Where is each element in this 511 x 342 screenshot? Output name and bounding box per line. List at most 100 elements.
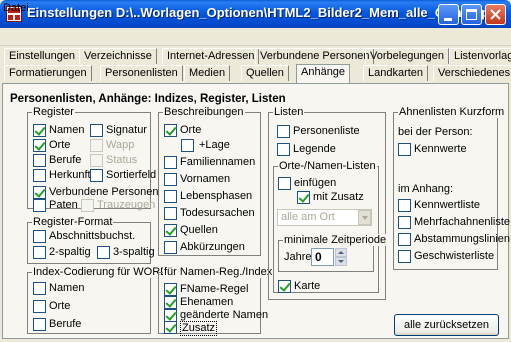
register-format-group-label: Register-Format [32,216,114,228]
beschr-quellen-label: Quellen [180,224,218,236]
beschr-lebensphasen-checkbox[interactable] [164,190,177,203]
register-orte-checkbox[interactable] [33,139,46,152]
index-namen-checkbox[interactable] [33,282,46,295]
menu-bar [0,28,511,46]
panel-title: Personenlisten, Anhänge: Indizes, Regist… [10,93,286,105]
kennwerte-label: Kennwerte [414,143,467,155]
einfuegen-label: einfügen [294,177,337,189]
register-trauzeugen-checkbox[interactable] [81,199,94,212]
abstammungslinien-label: Abstammungslinien [414,233,510,245]
beschreibungen-group-label: Beschreibungen [163,106,245,118]
tab-einstellungen[interactable]: Einstellungen [4,48,81,64]
index-berufe-checkbox[interactable] [33,318,46,331]
beschr-todesursachen-checkbox[interactable] [164,207,177,220]
tab-landkarten[interactable]: Landkarten [363,65,429,81]
beschr-lage-checkbox[interactable] [181,139,194,152]
maximize-icon [466,9,477,20]
chevron-down-icon[interactable] [358,210,371,225]
mit-zusatz-label: mit Zusatz [313,191,364,203]
fname-regel-label: FName-Regel [180,283,249,295]
maximize-button[interactable] [461,4,482,25]
fname-regel-checkbox[interactable] [164,283,177,296]
mit-zusatz-checkbox[interactable] [297,191,310,204]
register-verbundene-personen-checkbox[interactable] [33,186,46,199]
tab-verschiedenes[interactable]: Verschiedenes [433,65,511,81]
register-group-label: Register [32,106,75,118]
tab-personenlisten[interactable]: Personenlisten [100,65,183,81]
register-berufe-label: Berufe [49,154,82,166]
beschr-orte-checkbox[interactable] [164,124,177,137]
beschr-orte-label: Orte [180,124,202,136]
legende-checkbox[interactable] [277,143,290,156]
register-trauzeugen-label: Trauzeugen [97,199,156,211]
abschnittsbuchst-label: Abschnittsbuchst. [49,230,136,242]
tab-verzeichnisse[interactable]: Verzeichnisse [79,48,157,64]
karte-label: Karte [294,280,321,292]
ahnenlisten-group-label: Ahnenlisten Kurzform [398,106,506,118]
beschr-lebensphasen-label: Lebensphasen [180,190,253,202]
register-orte-label: Orte [49,139,71,151]
beschr-vornamen-checkbox[interactable] [164,173,177,186]
register-paten-checkbox[interactable] [33,199,46,212]
dreispaltig-label: 3-spaltig [113,246,155,258]
register-herkunft-label: Herkunft [49,169,91,181]
legende-label: Legende [293,143,336,155]
index-orte-checkbox[interactable] [33,300,46,313]
ehenamen-checkbox[interactable] [164,296,177,309]
register-wapp-label: Wapp [106,139,135,151]
register-signatur-label: Signatur [106,124,147,136]
register-wapp-checkbox[interactable] [90,139,103,152]
listen-group-label: Listen [273,106,305,118]
abstammungslinien-checkbox[interactable] [398,233,411,246]
register-herkunft-checkbox[interactable] [33,169,46,182]
register-status-label: Status [106,154,138,166]
register-sortierfeld-checkbox[interactable] [90,169,103,182]
abschnittsbuchst-checkbox[interactable] [33,230,46,243]
orte-namen-group-label: Orte-/Namen-Listen [278,160,377,172]
tab-verbundene-personen[interactable]: Verbundene Personen [255,48,375,64]
tab-quellen[interactable]: Quellen [241,65,289,81]
jahre-label: Jahre [284,251,312,263]
geschwisterliste-label: Geschwisterliste [414,250,495,262]
index-namen-label: Namen [49,282,85,294]
geschwisterliste-checkbox[interactable] [398,250,411,263]
zweispaltig-checkbox[interactable] [33,246,46,259]
jahre-input[interactable]: 0 [311,248,334,266]
karte-checkbox[interactable] [278,280,291,293]
spin-up-icon[interactable] [335,248,347,257]
kennwerte-checkbox[interactable] [398,143,411,156]
reset-all-button[interactable]: alle zurücksetzen [394,314,499,336]
zeitperiode-group-label: minimale Zeitperiode [283,234,388,246]
einfuegen-checkbox[interactable] [278,177,291,190]
mehrfachahnenliste-label: Mehrfachahnenliste [414,216,511,228]
namen-reg-group-label: für Namen-Reg./Index [163,266,274,278]
orte-listen-select-value: alle am Ort [281,211,335,223]
tab-internet-adressen[interactable]: Internet-Adressen [162,48,260,64]
close-icon [490,9,501,20]
register-signatur-checkbox[interactable] [90,124,103,137]
minimize-button[interactable] [438,4,459,25]
dreispaltig-checkbox[interactable] [97,246,110,259]
register-paten-label: Paten [49,199,78,211]
tab-listenvorlage[interactable]: Listenvorlage [449,48,511,64]
beschr-familiennamen-checkbox[interactable] [164,156,177,169]
register-status-checkbox[interactable] [90,154,103,167]
close-button[interactable] [485,4,506,25]
jahre-spinner[interactable] [335,248,347,266]
register-namen-checkbox[interactable] [33,124,46,137]
tab-medien[interactable]: Medien [184,65,231,81]
tab-anhaenge[interactable]: Anhänge [296,64,351,83]
personenliste-checkbox[interactable] [277,125,290,138]
index-orte-label: Orte [49,300,71,312]
mehrfachahnenliste-checkbox[interactable] [398,216,411,229]
tab-formatierungen[interactable]: Formatierungen [4,65,92,81]
beschr-abkuerzungen-checkbox[interactable] [164,241,177,254]
zusatz-checkbox[interactable] [164,321,177,334]
menu-datei[interactable]: Datei [3,2,29,14]
kennwertliste-checkbox[interactable] [398,199,411,212]
register-berufe-checkbox[interactable] [33,154,46,167]
beschr-quellen-checkbox[interactable] [164,224,177,237]
spin-down-icon[interactable] [335,257,347,266]
register-verbundene-personen-label: Verbundene Personen [49,186,159,198]
tab-vorbelegungen[interactable]: Vorbelegungen [365,48,450,64]
